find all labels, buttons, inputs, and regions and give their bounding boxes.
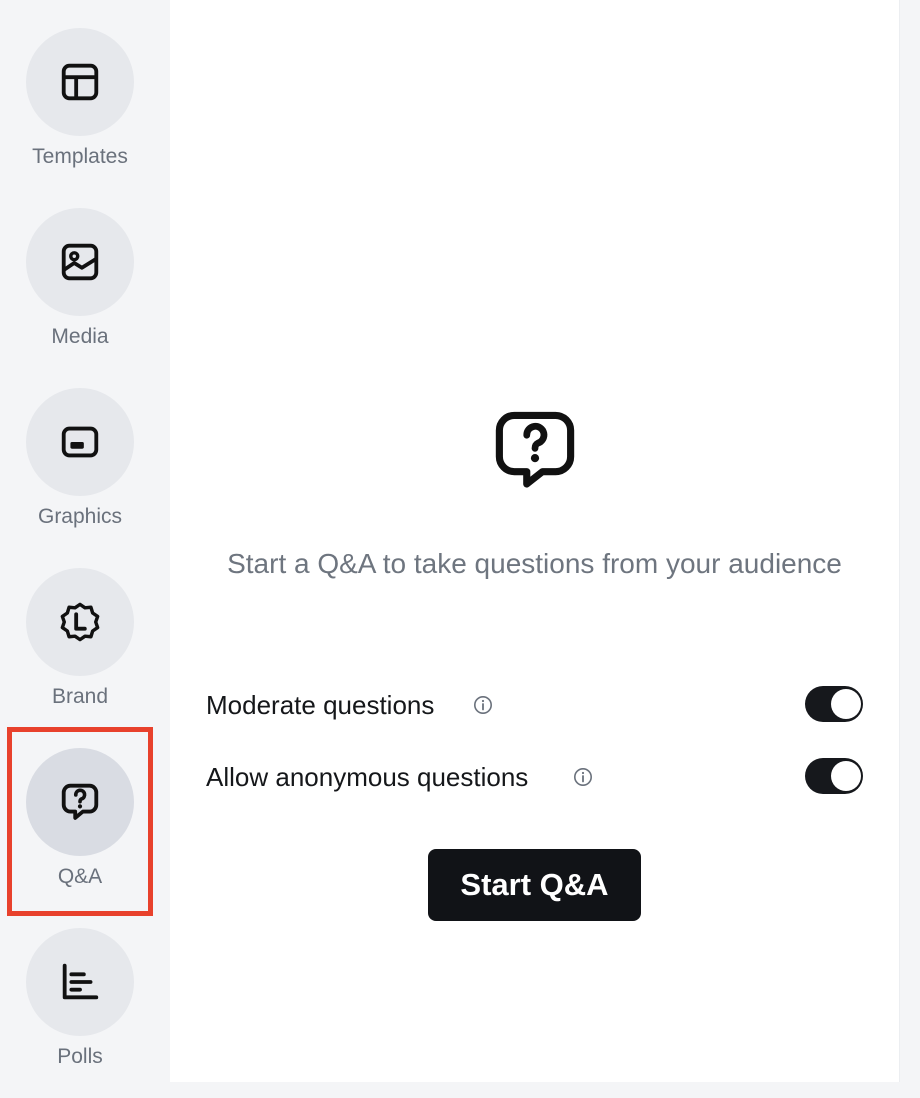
qa-description: Start a Q&A to take questions from your …: [227, 548, 842, 579]
sidebar-item-graphics[interactable]: Graphics: [0, 388, 160, 558]
sidebar-item-label: Brand: [51, 685, 109, 708]
image-icon: [61, 243, 99, 281]
layout-icon: [61, 63, 99, 101]
info-icon[interactable]: [473, 695, 493, 715]
sidebar-item-brand[interactable]: Brand: [0, 568, 160, 738]
moderate-questions-toggle[interactable]: [805, 686, 863, 722]
sidebar-icon-button[interactable]: [26, 208, 134, 316]
sidebar-icon-button[interactable]: [26, 28, 134, 136]
sidebar-item-label: Polls: [57, 1045, 103, 1068]
anonymous-questions-toggle[interactable]: [805, 758, 863, 794]
toggle-knob: [831, 761, 861, 791]
lower-third-icon: [61, 426, 99, 458]
sidebar-icon-button[interactable]: [26, 928, 134, 1036]
sidebar-item-label: Q&A: [57, 865, 103, 888]
moderate-questions-label: Moderate questions: [206, 690, 435, 720]
sidebar-icon-button[interactable]: [26, 748, 134, 856]
sidebar-item-polls[interactable]: Polls: [0, 928, 160, 1098]
scrollbar-track[interactable]: [899, 0, 920, 1082]
qa-panel: Start a Q&A to take questions from your …: [170, 0, 899, 1082]
sidebar: Templates Media Graphics Brand Q&A Polls: [0, 0, 170, 1082]
moderate-questions-row: Moderate questions: [206, 685, 866, 725]
sidebar-icon-button[interactable]: [26, 568, 134, 676]
question-bubble-icon: [61, 783, 99, 820]
sidebar-item-label: Graphics: [37, 505, 123, 528]
sidebar-item-qa[interactable]: Q&A: [0, 748, 160, 918]
anonymous-questions-label: Allow anonymous questions: [206, 762, 529, 792]
anonymous-questions-row: Allow anonymous questions: [206, 757, 866, 797]
brand-badge-icon: [60, 602, 100, 642]
sidebar-item-label: Media: [51, 325, 109, 348]
info-icon[interactable]: [573, 767, 593, 787]
sidebar-icon-button[interactable]: [26, 388, 134, 496]
sidebar-item-templates[interactable]: Templates: [0, 28, 160, 198]
start-qa-button[interactable]: Start Q&A: [428, 849, 641, 921]
question-bubble-icon: [495, 411, 575, 488]
poll-chart-icon: [62, 963, 99, 1000]
toggle-knob: [831, 689, 861, 719]
sidebar-item-label: Templates: [32, 145, 128, 168]
sidebar-item-media[interactable]: Media: [0, 208, 160, 378]
